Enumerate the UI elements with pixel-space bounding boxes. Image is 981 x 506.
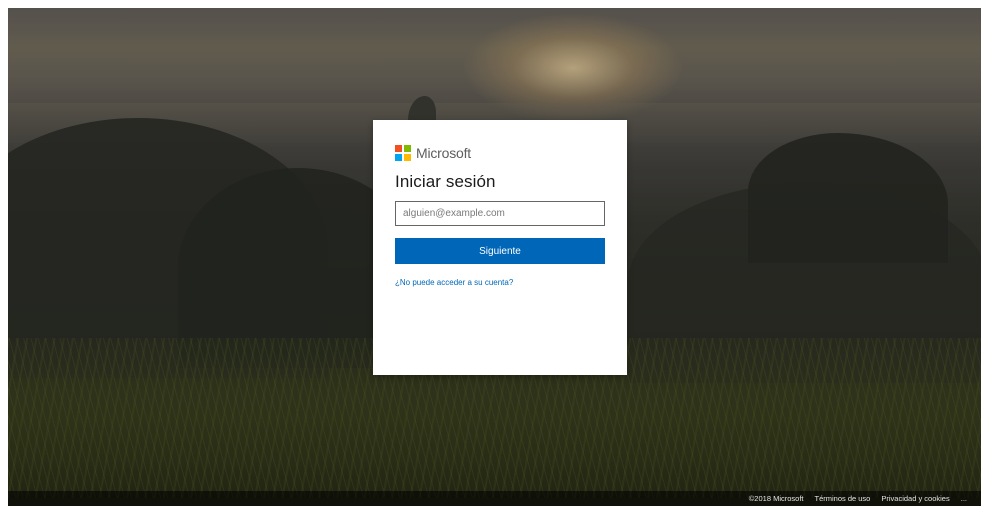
signin-card: Microsoft Iniciar sesión Siguiente ¿No p… bbox=[373, 120, 627, 375]
privacy-link[interactable]: Privacidad y cookies bbox=[881, 494, 949, 503]
terms-link[interactable]: Términos de uso bbox=[815, 494, 871, 503]
page-title: Iniciar sesión bbox=[395, 172, 496, 191]
background-image: Microsoft Iniciar sesión Siguiente ¿No p… bbox=[8, 8, 981, 506]
next-button[interactable]: Siguiente bbox=[395, 238, 605, 264]
copyright-text: ©2018 Microsoft bbox=[748, 494, 804, 503]
microsoft-logo-icon bbox=[395, 145, 411, 161]
cant-access-account-link[interactable]: ¿No puede acceder a su cuenta? bbox=[395, 278, 513, 287]
microsoft-logo: Microsoft bbox=[395, 144, 605, 162]
footer: ©2018 Microsoft Términos de uso Privacid… bbox=[8, 491, 981, 506]
brand-name: Microsoft bbox=[416, 145, 471, 161]
email-input[interactable] bbox=[395, 201, 605, 226]
more-options-link[interactable]: ... bbox=[961, 494, 967, 503]
